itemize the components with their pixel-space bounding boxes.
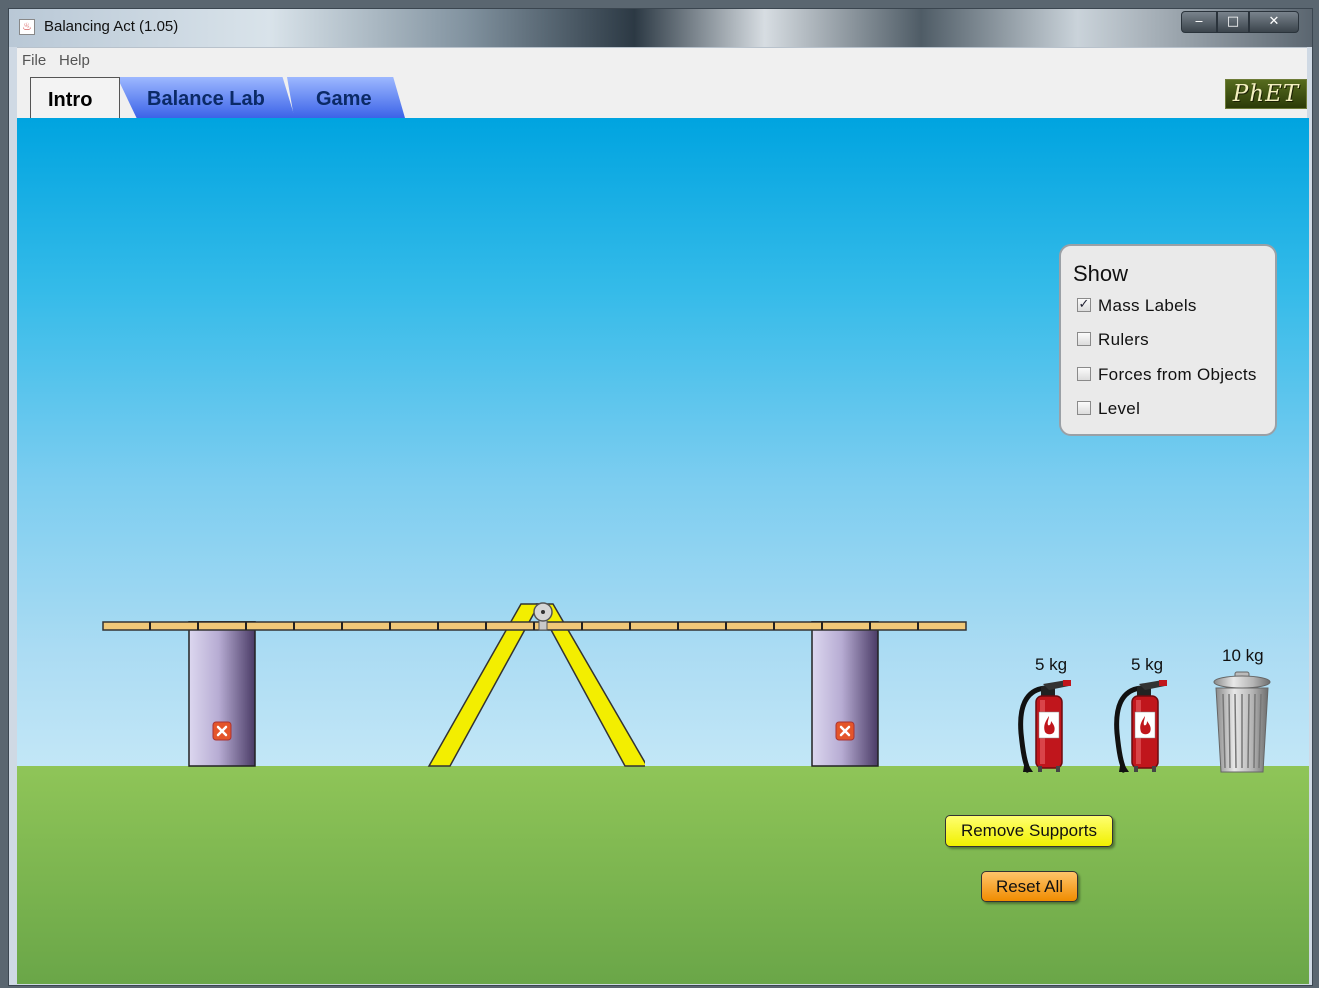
forces-from-objects-checkbox[interactable] <box>1077 367 1091 381</box>
pivot-point <box>533 602 553 631</box>
mass-label-trash-can: 10 kg <box>1222 646 1264 665</box>
level-label: Level <box>1098 399 1141 418</box>
reset-all-button[interactable]: Reset All <box>981 871 1078 902</box>
mass-labels-checkbox[interactable]: ✓ <box>1077 298 1091 312</box>
java-app-icon: ♨ <box>19 19 35 35</box>
level-checkbox[interactable] <box>1077 401 1091 415</box>
menu-bar: File Help <box>17 47 1307 72</box>
right-support-column[interactable] <box>811 621 881 767</box>
fire-extinguisher-icon[interactable] <box>1111 678 1171 776</box>
show-panel: Show <box>1059 244 1277 436</box>
window-title: Balancing Act (1.05) <box>44 18 179 35</box>
app-window: ♨ Balancing Act (1.05) ‒ □ ✕ File Help I… <box>8 8 1313 986</box>
show-panel-title: Show <box>1073 261 1129 286</box>
phet-logo: PhET <box>1225 79 1307 109</box>
tab-bar: Intro Balance Lab Game PhET <box>17 71 1307 120</box>
mass-labels-label: Mass Labels <box>1098 296 1197 315</box>
tab-balance-lab[interactable]: Balance Lab <box>117 77 295 118</box>
minimize-button[interactable]: ‒ <box>1181 11 1217 33</box>
remove-right-support-icon[interactable] <box>835 721 855 741</box>
tab-game[interactable]: Game <box>287 77 405 118</box>
remove-supports-button[interactable]: Remove Supports <box>945 815 1113 847</box>
remove-left-support-icon[interactable] <box>212 721 232 741</box>
left-support-column[interactable] <box>188 621 258 767</box>
play-area: Show ✓ Mass Labels Rulers Forces from Ob… <box>17 118 1309 984</box>
mass-label-extinguisher-1: 5 kg <box>1035 655 1068 674</box>
fire-extinguisher-icon[interactable] <box>1015 678 1075 776</box>
forces-from-objects-label: Forces from Objects <box>1098 365 1257 384</box>
trash-can-icon[interactable] <box>1211 670 1273 776</box>
ground <box>17 766 1309 984</box>
close-button[interactable]: ✕ <box>1249 11 1299 33</box>
mass-label-extinguisher-2: 5 kg <box>1131 655 1164 674</box>
rulers-checkbox[interactable] <box>1077 332 1091 346</box>
title-bar[interactable]: ♨ Balancing Act (1.05) ‒ □ ✕ <box>9 9 1312 47</box>
maximize-button[interactable]: □ <box>1217 11 1249 33</box>
rulers-label: Rulers <box>1098 330 1149 349</box>
menu-help[interactable]: Help <box>59 52 90 69</box>
menu-file[interactable]: File <box>22 52 46 69</box>
tab-intro[interactable]: Intro <box>30 77 120 118</box>
